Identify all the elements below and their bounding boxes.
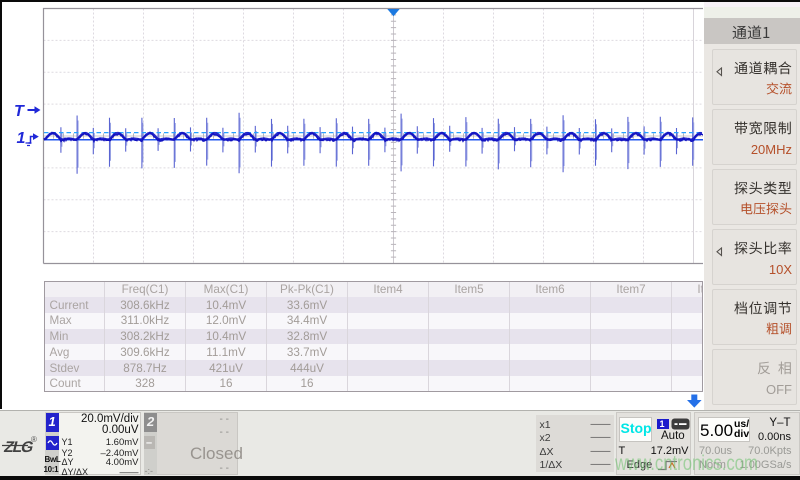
svg-text:1: 1 (17, 130, 26, 147)
svg-text:T: T (14, 103, 25, 120)
svg-text:®: ® (31, 435, 37, 444)
